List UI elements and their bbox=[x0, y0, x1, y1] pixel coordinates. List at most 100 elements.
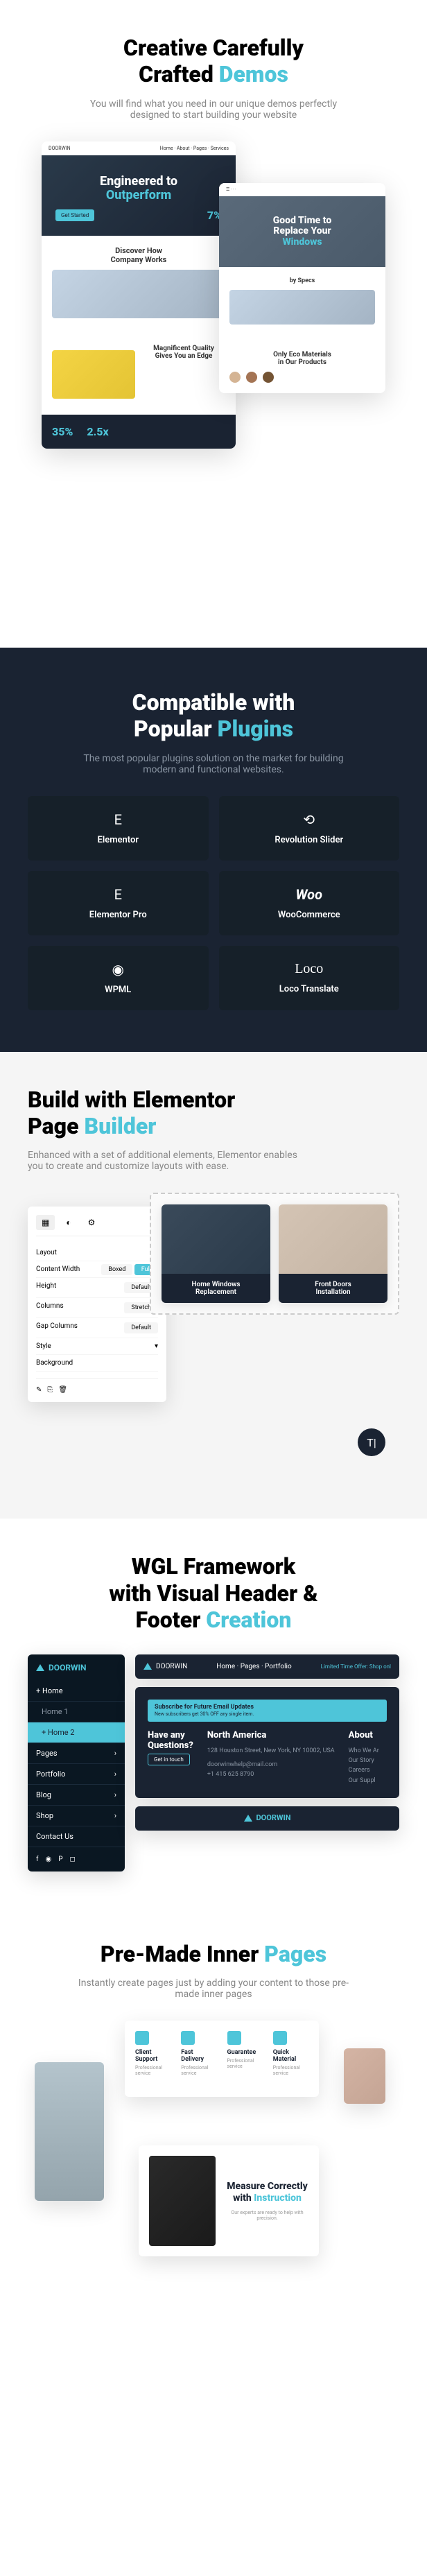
footer-col-about: About Who We Ar Our Story Careers Our Su… bbox=[349, 1730, 379, 1786]
fw-bottom-bar: DOORWIN bbox=[135, 1806, 399, 1831]
sidebar-item-home1[interactable]: Home 1 bbox=[28, 1702, 125, 1722]
plugin-label: Elementor Pro bbox=[89, 910, 147, 920]
phone: +1 415 625 8790 bbox=[207, 1770, 335, 1779]
pinterest-icon[interactable]: P bbox=[58, 1856, 62, 1863]
builder-desc: Enhanced with a set of additional elemen… bbox=[28, 1150, 305, 1172]
facebook-icon[interactable]: f bbox=[36, 1856, 38, 1863]
plugin-label: Loco Translate bbox=[279, 984, 339, 994]
inner-card-door[interactable] bbox=[35, 2062, 104, 2201]
heading-line3: Footer bbox=[136, 1607, 207, 1633]
measure-desc: Our experts are ready to help with preci… bbox=[226, 2210, 308, 2221]
feature-title: Guarantee bbox=[227, 2049, 263, 2056]
color-swatch[interactable] bbox=[263, 372, 274, 383]
sidebar-item-pages[interactable]: Pages › bbox=[28, 1743, 125, 1764]
sidebar-item-portfolio[interactable]: Portfolio › bbox=[28, 1764, 125, 1785]
preview-image bbox=[162, 1204, 270, 1274]
guarantee-icon bbox=[227, 2031, 241, 2045]
delivery-icon bbox=[181, 2031, 195, 2045]
boxed-button[interactable]: Boxed bbox=[101, 1264, 132, 1275]
heading-accent: Pages bbox=[264, 1941, 326, 1967]
plugin-elementor[interactable]: EElementor bbox=[28, 796, 209, 861]
feature-desc: Professional service bbox=[227, 2058, 263, 2069]
header-brand: DOORWIN bbox=[156, 1663, 187, 1670]
color-swatch[interactable] bbox=[229, 372, 241, 383]
sidebar-item-contact[interactable]: Contact Us bbox=[28, 1826, 125, 1847]
elementor-icon: E bbox=[114, 811, 122, 828]
logo-text: DOORWIN bbox=[49, 1663, 87, 1672]
fw-sidebar: DOORWIN + Home Home 1 + Home 2 Pages › P… bbox=[28, 1654, 125, 1872]
section-framework: WGL Framework with Visual Header & Foote… bbox=[0, 1519, 427, 1905]
panel-style-section[interactable]: Style ▾ bbox=[36, 1338, 158, 1355]
demo-hero: Engineered toOutperform Get Started 7% bbox=[42, 155, 236, 236]
gap-value[interactable]: Default bbox=[124, 1322, 158, 1333]
elementor-pro-icon: E bbox=[114, 886, 122, 903]
demo-cta[interactable]: Get Started bbox=[55, 209, 94, 221]
col-title: North America bbox=[207, 1730, 335, 1740]
tab-advanced[interactable]: ⚙ bbox=[82, 1215, 101, 1230]
header-nav[interactable]: Home · Pages · Portfolio bbox=[216, 1663, 291, 1670]
fw-main: DOORWIN Home · Pages · Portfolio Limited… bbox=[135, 1654, 399, 1831]
demo-card-2[interactable]: ☰ · · · Good Time toReplace YourWindows … bbox=[219, 183, 385, 393]
revslider-icon: ⟲ bbox=[303, 811, 315, 828]
logo-icon bbox=[244, 1815, 252, 1822]
framework-showcase: DOORWIN + Home Home 1 + Home 2 Pages › P… bbox=[28, 1654, 399, 1872]
elementor-panel[interactable]: ▦ ◐ ⚙ Layout▾ Content Width Boxed Full H… bbox=[28, 1207, 166, 1402]
color-swatch[interactable] bbox=[246, 372, 257, 383]
demo-headline: Engineered toOutperform bbox=[55, 175, 222, 202]
sidebar-item-home2[interactable]: + Home 2 bbox=[28, 1722, 125, 1743]
demo2-hero: Good Time toReplace YourWindows bbox=[219, 196, 385, 267]
preview-cards: Home WindowsReplacement Front DoorsInsta… bbox=[162, 1204, 387, 1303]
heading-accent: Demos bbox=[219, 61, 288, 87]
section-inner-pages: Pre-Made Inner Pages Instantly create pa… bbox=[0, 1906, 427, 2402]
plugin-woocommerce[interactable]: WooWooCommerce bbox=[219, 871, 400, 935]
heading-line2: with Visual Header & bbox=[109, 1580, 317, 1607]
chevron-right-icon: › bbox=[114, 1811, 116, 1820]
chevron-right-icon: › bbox=[114, 1790, 116, 1799]
feature-guarantee: Guarantee Professional service bbox=[227, 2031, 263, 2076]
stat-35: 35% bbox=[52, 425, 73, 438]
heading-line1: Compatible with bbox=[132, 689, 295, 716]
cw-label: Content Width bbox=[36, 1265, 80, 1273]
about-links[interactable]: Who We Ar Our Story Careers Our Suppl bbox=[349, 1746, 379, 1786]
preview-card-doors[interactable]: Front DoorsInstallation bbox=[279, 1204, 387, 1303]
feature-material: Quick MaterialProfessional service bbox=[273, 2031, 308, 2076]
tab-style[interactable]: ◐ bbox=[60, 1215, 76, 1230]
sidebar-item-home[interactable]: + Home bbox=[28, 1681, 125, 1702]
bg-label: Background bbox=[36, 1359, 73, 1367]
demo-card-1[interactable]: DOORWINHome · About · Pages · Services E… bbox=[42, 141, 236, 449]
plugin-loco[interactable]: Loco Loco Translate bbox=[219, 946, 400, 1010]
trash-icon[interactable]: 🗑 bbox=[58, 1386, 67, 1394]
demo2-image bbox=[229, 290, 375, 325]
panel-columns: ColumnsStretch bbox=[36, 1298, 158, 1318]
plugins-heading: Compatible with Popular Plugins bbox=[28, 689, 399, 743]
plugin-elementor-pro[interactable]: E Elementor Pro bbox=[28, 871, 209, 935]
feature-desc: Professional service bbox=[181, 2065, 216, 2076]
chevron-right-icon: › bbox=[114, 1770, 116, 1779]
chevron-icon: ▾ bbox=[155, 1342, 158, 1350]
preview-card-windows[interactable]: Home WindowsReplacement bbox=[162, 1204, 270, 1303]
panel-layout-section[interactable]: Layout▾ bbox=[36, 1245, 158, 1261]
address: 128 Houston Street, New York, NY 10002, … bbox=[207, 1746, 335, 1756]
get-in-touch-button[interactable]: Get in touch bbox=[148, 1754, 190, 1765]
inner-card-features[interactable]: Client SupportProfessional service Fast … bbox=[125, 2021, 319, 2097]
sidebar-item-blog[interactable]: Blog › bbox=[28, 1785, 125, 1806]
inner-card-measure[interactable]: Measure Correctlywith Instruction Our ex… bbox=[139, 2145, 319, 2256]
measure-image bbox=[149, 2156, 216, 2246]
twitter-icon[interactable]: ◉ bbox=[45, 1856, 51, 1863]
pencil-icon[interactable]: ✎ bbox=[36, 1386, 42, 1394]
panel-tools: ✎ ⎘ 🗑 bbox=[36, 1378, 158, 1394]
instagram-icon[interactable]: ◻ bbox=[70, 1856, 76, 1863]
feature-support: Client SupportProfessional service bbox=[135, 2031, 171, 2076]
demo2-nav: ☰ · · · bbox=[219, 183, 385, 196]
copy-icon[interactable]: ⎘ bbox=[47, 1386, 53, 1394]
tab-layout[interactable]: ▦ bbox=[36, 1215, 55, 1230]
style-label: Style bbox=[36, 1342, 51, 1350]
fw-header: DOORWIN Home · Pages · Portfolio Limited… bbox=[135, 1654, 399, 1679]
panel-background[interactable]: Background bbox=[36, 1355, 158, 1372]
preview-image bbox=[279, 1204, 387, 1274]
plugin-revslider[interactable]: ⟲Revolution Slider bbox=[219, 796, 400, 861]
inner-card-person[interactable] bbox=[344, 2048, 385, 2104]
plugin-wpml[interactable]: ◉WPML bbox=[28, 946, 209, 1010]
loco-icon: Loco bbox=[295, 961, 323, 977]
sidebar-item-shop[interactable]: Shop › bbox=[28, 1806, 125, 1826]
